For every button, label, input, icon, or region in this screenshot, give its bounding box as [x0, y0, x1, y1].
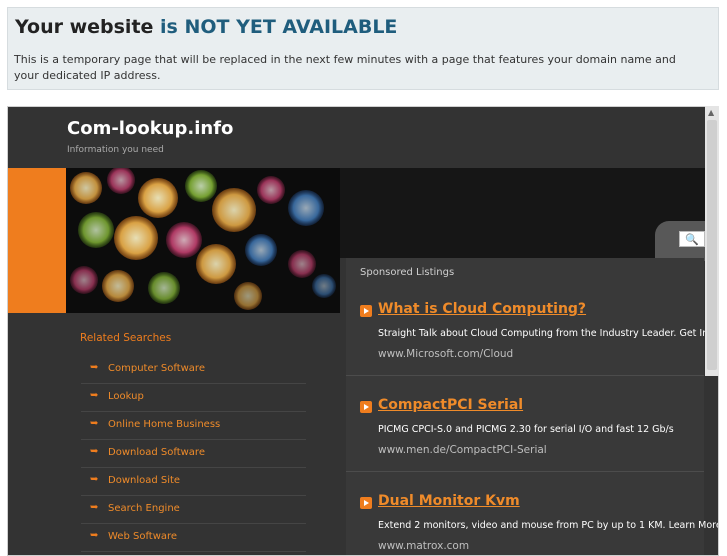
notice-title-main: Your website: [15, 16, 154, 38]
sponsored-heading: Sponsored Listings: [360, 267, 455, 278]
scrollbar-thumb[interactable]: [707, 120, 717, 370]
site-tagline: Information you need: [67, 145, 164, 155]
notice-message: This is a temporary page that will be re…: [14, 53, 676, 82]
related-item[interactable]: ➥ Download Site: [81, 468, 306, 496]
listing-divider: [346, 375, 704, 376]
listing-description: PICMG CPCI-S.0 and PICMG 2.30 for serial…: [378, 424, 674, 435]
arrow-bullet-icon: ➥: [90, 474, 99, 485]
arrow-bullet-icon: ➥: [90, 418, 99, 429]
arrow-bullet-icon: ➥: [90, 446, 99, 457]
search-button[interactable]: 🔍: [679, 231, 705, 247]
listing-title-link[interactable]: CompactPCI Serial: [378, 397, 523, 413]
related-item-label[interactable]: Lookup: [108, 391, 144, 402]
related-searches-heading: Related Searches: [80, 332, 172, 344]
bokeh-lights-graphic: [70, 168, 336, 310]
arrow-bullet-icon: ➥: [90, 502, 99, 513]
related-item[interactable]: ➥ Search Engine: [81, 496, 306, 524]
arrow-bullet-icon: ➥: [90, 390, 99, 401]
arrow-bullet-icon: [360, 497, 372, 509]
related-item-label[interactable]: Online Home Business: [108, 419, 220, 430]
listing-url-link[interactable]: www.matrox.com: [378, 540, 469, 552]
related-searches-list: ➥ Computer Software ➥ Lookup ➥ Online Home …: [81, 356, 306, 552]
related-item-label[interactable]: Search Engine: [108, 503, 180, 514]
related-item[interactable]: ➥ Lookup: [81, 384, 306, 412]
listing-title-link[interactable]: Dual Monitor Kvm: [378, 493, 520, 509]
listing-divider: [346, 471, 704, 472]
related-item[interactable]: ➥ Online Home Business: [81, 412, 306, 440]
related-item-label[interactable]: Download Software: [108, 447, 205, 458]
related-item-label[interactable]: Download Site: [108, 475, 180, 486]
vertical-scrollbar[interactable]: ▲: [705, 106, 719, 376]
listing-item: CompactPCI Serial PICMG CPCI-S.0 and PIC…: [346, 384, 704, 480]
arrow-bullet-icon: ➥: [90, 530, 99, 541]
site-brand[interactable]: Com-lookup.info: [67, 118, 233, 139]
notice-title: Your website is NOT YET AVAILABLE: [15, 16, 397, 38]
listing-description: Straight Talk about Cloud Computing from…: [378, 328, 719, 339]
related-item[interactable]: ➥ Computer Software: [81, 356, 306, 384]
arrow-bullet-icon: ➥: [90, 362, 99, 373]
listing-description: Extend 2 monitors, video and mouse from …: [378, 520, 719, 531]
related-item[interactable]: ➥ Download Software: [81, 440, 306, 468]
arrow-bullet-icon: [360, 401, 372, 413]
listing-title-link[interactable]: What is Cloud Computing?: [378, 301, 586, 317]
listing-item: What is Cloud Computing? Straight Talk a…: [346, 288, 718, 384]
bokeh-banner-image: [66, 168, 340, 313]
listing-url-link[interactable]: www.Microsoft.com/Cloud: [378, 348, 513, 360]
arrow-bullet-icon: [360, 305, 372, 317]
orange-accent-block: [8, 168, 66, 313]
parked-page-frame: Com-lookup.info Information you need 🔍 S…: [7, 106, 719, 556]
search-icon: 🔍: [685, 233, 699, 246]
related-item-label[interactable]: Web Software: [108, 531, 177, 542]
sponsored-listings-panel: Sponsored Listings What is Cloud Computi…: [346, 258, 718, 555]
availability-notice: Your website is NOT YET AVAILABLE This i…: [7, 7, 719, 90]
listing-url-link[interactable]: www.men.de/CompactPCI-Serial: [378, 444, 547, 456]
notice-title-highlight: is NOT YET AVAILABLE: [160, 16, 398, 38]
related-item[interactable]: ➥ Web Software: [81, 524, 306, 552]
related-item-label[interactable]: Computer Software: [108, 363, 205, 374]
scroll-up-icon[interactable]: ▲: [708, 108, 714, 117]
